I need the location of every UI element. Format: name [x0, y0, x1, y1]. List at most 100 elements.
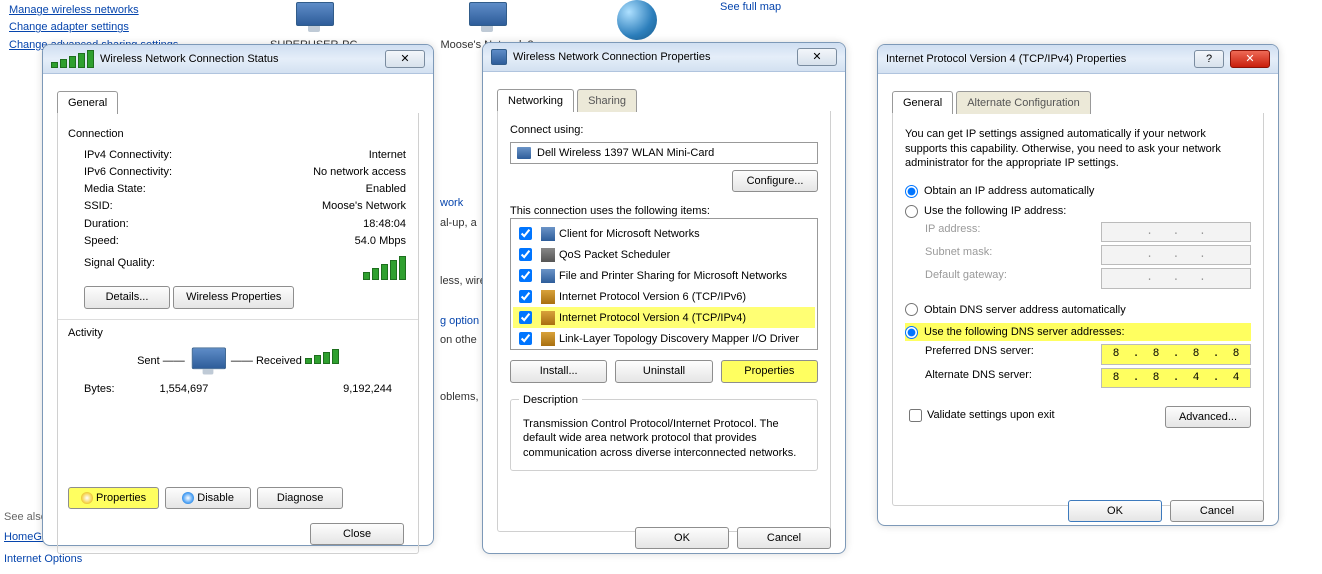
properties-button[interactable]: Properties [68, 487, 159, 509]
signal-bars-icon [363, 256, 406, 280]
list-item[interactable]: QoS Packet Scheduler [513, 244, 815, 265]
bg-text: on othe [440, 333, 477, 347]
list-item-label: QoS Packet Scheduler [559, 248, 670, 262]
titlebar[interactable]: Wireless Network Connection Status ✕ [43, 45, 433, 74]
checkbox[interactable] [519, 227, 532, 240]
wireless-status-window: Wireless Network Connection Status ✕ Gen… [42, 44, 434, 546]
value: Moose's Network [322, 199, 406, 213]
list-item[interactable]: Link-Layer Topology Discovery Mapper I/O… [513, 328, 815, 349]
value: Enabled [366, 182, 406, 196]
advanced-button[interactable]: Advanced... [1165, 406, 1251, 428]
monitor-icon [294, 0, 334, 34]
tabstrip: General [57, 90, 419, 113]
tabstrip: Networking Sharing [497, 88, 831, 111]
titlebar[interactable]: Wireless Network Connection Properties ✕ [483, 43, 845, 72]
list-item-label: File and Printer Sharing for Microsoft N… [559, 269, 787, 283]
bg-text: al-up, a [440, 216, 477, 230]
install-button[interactable]: Install... [510, 360, 607, 382]
bg-text: work [440, 196, 463, 210]
alternate-dns-label: Alternate DNS server: [925, 368, 1032, 388]
connection-header: Connection [64, 127, 406, 141]
bytes-label: Bytes: [84, 382, 115, 396]
validate-checkbox[interactable]: Validate settings upon exit [905, 409, 1055, 421]
radio-auto-dns[interactable]: Obtain DNS server address automatically [905, 304, 1126, 316]
shield-icon [81, 492, 93, 504]
description-text: Transmission Control Protocol/Internet P… [523, 417, 805, 460]
window-title: Wireless Network Connection Properties [513, 50, 791, 64]
tab-alt-config[interactable]: Alternate Configuration [956, 91, 1091, 114]
tab-networking[interactable]: Networking [497, 89, 574, 112]
connection-properties-window: Wireless Network Connection Properties ✕… [482, 42, 846, 554]
list-item[interactable]: Internet Protocol Version 6 (TCP/IPv6) [513, 286, 815, 307]
disable-button[interactable]: Disable [165, 487, 251, 509]
details-button[interactable]: Details... [84, 286, 170, 308]
bytes-received: 9,192,244 [253, 382, 392, 396]
value: 18:48:04 [363, 217, 406, 231]
protocol-icon [541, 311, 555, 325]
uninstall-button[interactable]: Uninstall [615, 360, 712, 382]
shield-icon [182, 492, 194, 504]
preferred-dns-label: Preferred DNS server: [925, 344, 1034, 364]
link-manage-wireless[interactable]: Manage wireless networks [9, 3, 199, 17]
activity-icon [190, 346, 226, 377]
bg-text: g option [440, 314, 479, 328]
close-button[interactable]: Close [310, 523, 404, 545]
protocol-icon [541, 332, 555, 346]
bg-text: oblems, [440, 390, 479, 404]
network-card-icon [517, 147, 531, 159]
close-button[interactable]: ✕ [797, 48, 837, 66]
list-item[interactable]: File and Printer Sharing for Microsoft N… [513, 265, 815, 286]
list-item[interactable]: Link-Layer Topology Discovery Responder [513, 349, 815, 350]
list-item-label: Internet Protocol Version 4 (TCP/IPv4) [559, 311, 746, 325]
bytes-sent: 1,554,697 [115, 382, 254, 396]
radio-auto-ip[interactable]: Obtain an IP address automatically [905, 185, 1094, 197]
titlebar[interactable]: Internet Protocol Version 4 (TCP/IPv4) P… [878, 45, 1278, 74]
see-also-header: See also [4, 510, 47, 524]
see-full-map-link[interactable]: See full map [720, 0, 781, 14]
signal-icon [51, 50, 94, 68]
help-button[interactable]: ? [1194, 50, 1224, 68]
link-change-adapter[interactable]: Change adapter settings [9, 20, 199, 34]
checkbox[interactable] [519, 311, 532, 324]
cancel-button[interactable]: Cancel [737, 527, 831, 549]
adapter-icon [491, 49, 507, 65]
wireless-properties-button[interactable]: Wireless Properties [173, 286, 294, 308]
sent-label: Sent [137, 355, 160, 367]
label: IPv6 Connectivity: [84, 165, 172, 179]
radio-manual-ip[interactable]: Use the following IP address: [905, 205, 1066, 217]
checkbox[interactable] [519, 269, 532, 282]
close-button[interactable]: ✕ [385, 50, 425, 68]
checkbox[interactable] [519, 290, 532, 303]
alternate-dns-field[interactable]: 8.8.4.4 [1101, 368, 1251, 388]
items-label: This connection uses the following items… [510, 204, 818, 218]
received-label: Received [256, 355, 302, 367]
signal-quality-label: Signal Quality: [84, 256, 155, 280]
close-button[interactable]: ✕ [1230, 50, 1270, 68]
label: SSID: [84, 199, 113, 213]
list-item-selected[interactable]: Internet Protocol Version 4 (TCP/IPv4) [513, 307, 815, 328]
configure-button[interactable]: Configure... [732, 170, 818, 192]
diagnose-button[interactable]: Diagnose [257, 487, 343, 509]
tab-general[interactable]: General [57, 91, 118, 114]
bg-text: less, wire [440, 274, 486, 288]
adapter-field[interactable]: Dell Wireless 1397 WLAN Mini-Card [510, 142, 818, 164]
value: Internet [369, 148, 406, 162]
component-properties-button[interactable]: Properties [721, 360, 818, 382]
value: No network access [313, 165, 406, 179]
list-item[interactable]: Client for Microsoft Networks [513, 223, 815, 244]
checkbox[interactable] [519, 332, 532, 345]
label: Duration: [84, 217, 129, 231]
label: Media State: [84, 182, 146, 196]
components-listbox[interactable]: Client for Microsoft Networks QoS Packet… [510, 218, 818, 350]
description-header: Description [519, 393, 582, 407]
preferred-dns-field[interactable]: 8.8.8.8 [1101, 344, 1251, 364]
ok-button[interactable]: OK [1068, 500, 1162, 522]
multi-monitor-icon [467, 0, 507, 34]
tab-general[interactable]: General [892, 91, 953, 114]
cancel-button[interactable]: Cancel [1170, 500, 1264, 522]
subnet-field: . . . [1101, 245, 1251, 265]
checkbox[interactable] [519, 248, 532, 261]
ok-button[interactable]: OK [635, 527, 729, 549]
radio-manual-dns[interactable]: Use the following DNS server addresses: [905, 326, 1125, 338]
tab-sharing[interactable]: Sharing [577, 89, 637, 112]
